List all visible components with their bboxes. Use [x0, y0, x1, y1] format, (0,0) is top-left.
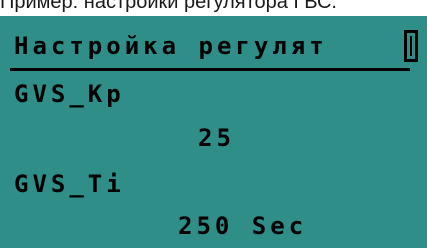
param-value-ti[interactable]: 250 Sec	[178, 212, 307, 240]
param-name-kp[interactable]: GVS_Kp	[14, 80, 125, 108]
param-name-ti[interactable]: GVS_Ti	[14, 170, 125, 198]
caption-text: Пример: настройки регулятора ГВС.	[0, 0, 337, 13]
param-value-kp[interactable]: 25	[198, 124, 235, 152]
scroll-cursor-icon	[404, 30, 418, 62]
menu-title: Настройка регулят	[14, 32, 328, 60]
lcd-screen: Настройка регулят GVS_Kp 25 GVS_Ti 250 S…	[0, 16, 427, 248]
header-divider	[10, 68, 410, 71]
